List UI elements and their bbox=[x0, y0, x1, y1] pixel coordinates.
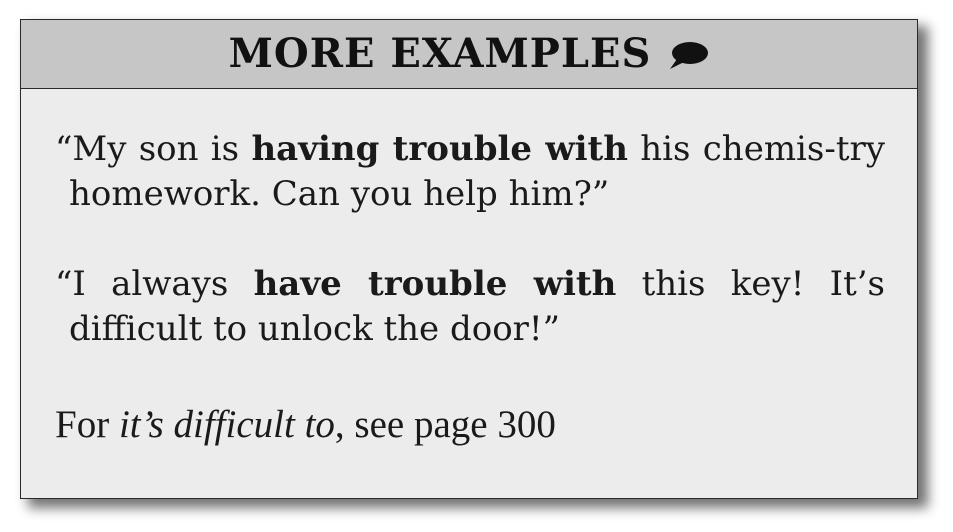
page: MORE EXAMPLES “My son is having trouble … bbox=[0, 0, 953, 532]
example-sentence-2: “I always have trouble with this key! It… bbox=[55, 262, 885, 352]
note-phrase: it’s difficult to bbox=[118, 403, 335, 446]
header-title: MORE EXAMPLES bbox=[228, 30, 652, 77]
note-suffix: , see page 300 bbox=[334, 403, 556, 446]
example-2-before: “I always bbox=[55, 264, 254, 304]
example-sentence-1: “My son is having trouble with his chemi… bbox=[55, 127, 885, 217]
example-2-phrase: have trouble with bbox=[253, 264, 617, 304]
card-header: MORE EXAMPLES bbox=[21, 20, 917, 89]
cross-reference-note: For it’s difficult to, see page 300 bbox=[55, 402, 885, 447]
card-body: “My son is having trouble with his chemi… bbox=[21, 127, 917, 447]
example-1-phrase: having trouble with bbox=[251, 129, 628, 169]
speech-bubble-icon bbox=[670, 42, 709, 69]
examples-card: MORE EXAMPLES “My son is having trouble … bbox=[20, 19, 918, 499]
example-1-before: “My son is bbox=[55, 129, 252, 169]
note-prefix: For bbox=[55, 403, 119, 446]
